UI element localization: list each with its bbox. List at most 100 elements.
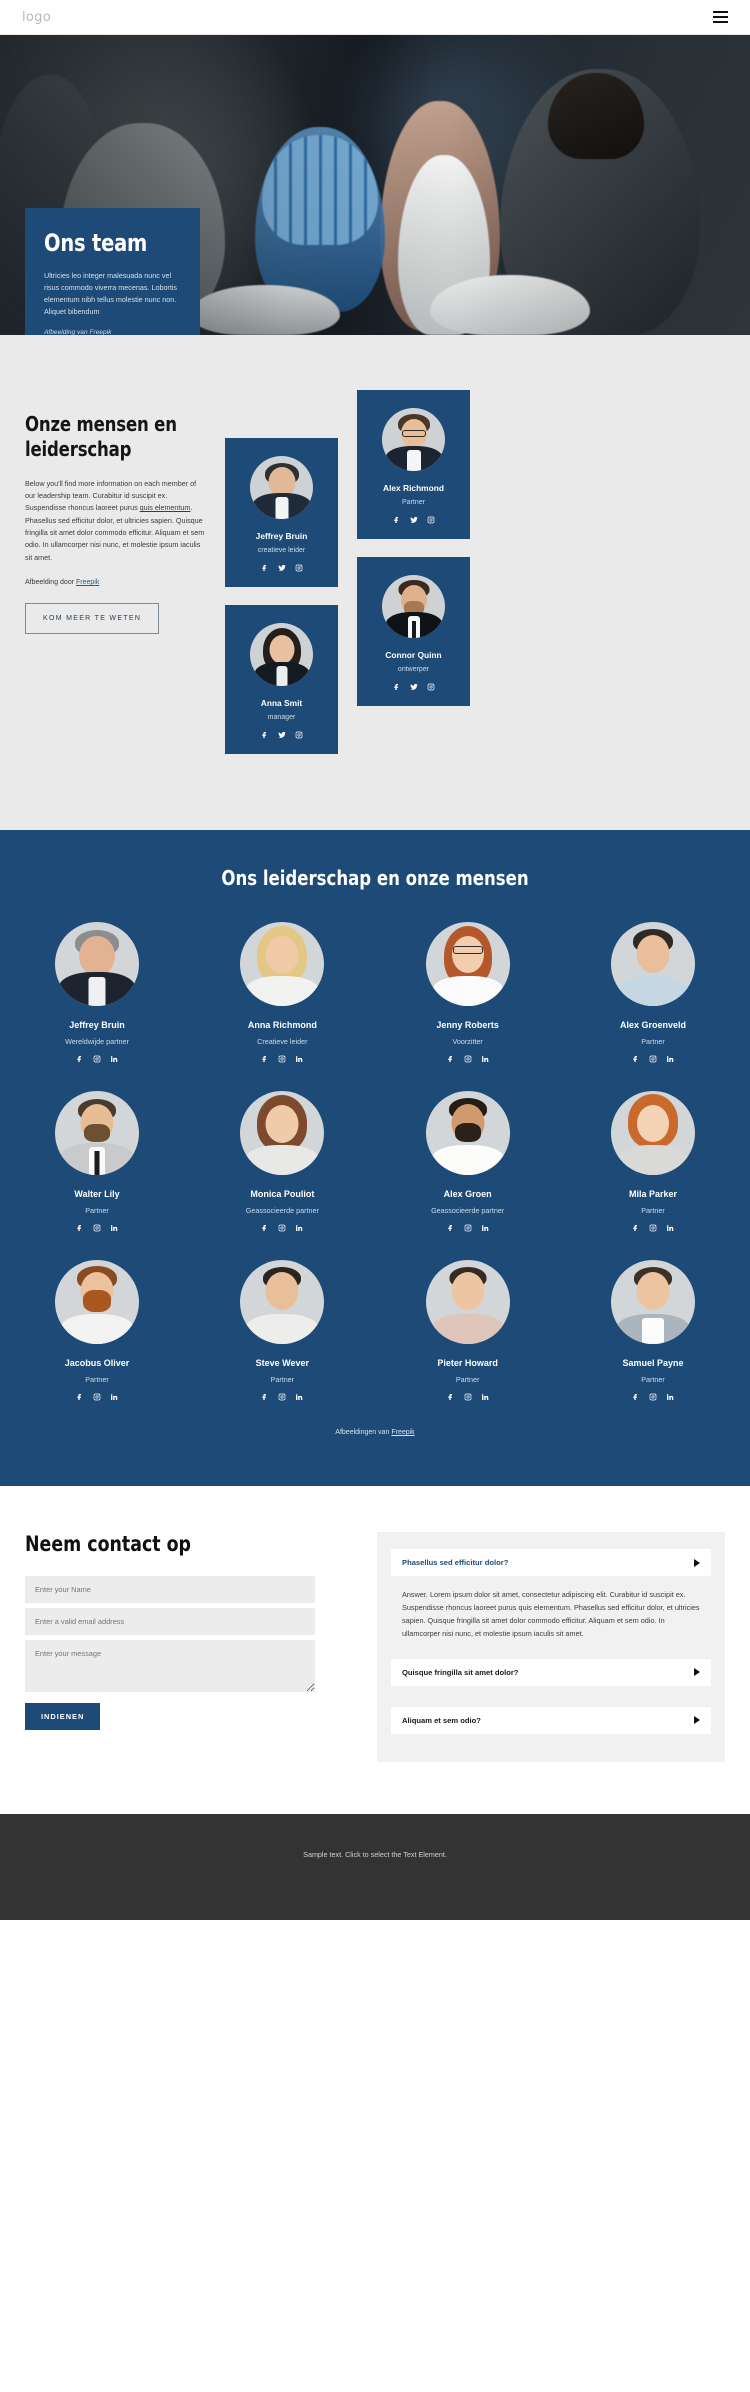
grid-person-name: Pieter Howard [437, 1358, 498, 1368]
grid-person[interactable]: Alex Groen Geassocieerde partner [393, 1091, 543, 1232]
member-card[interactable]: Alex Richmond Partner [357, 390, 470, 539]
avatar [425, 922, 510, 1006]
footer-text[interactable]: Sample text. Click to select the Text El… [303, 1850, 447, 1859]
facebook-icon[interactable] [76, 1055, 84, 1063]
grid-person[interactable]: Monica Pouliot Geassocieerde partner [207, 1091, 357, 1232]
facebook-icon[interactable] [261, 1393, 269, 1401]
faq-item[interactable]: Aliquam et sem odio? [391, 1706, 711, 1734]
grid-person[interactable]: Jeffrey Bruin Wereldwijde partner [22, 922, 172, 1063]
grid-person[interactable]: Jacobus Oliver Partner [22, 1260, 172, 1401]
linkedin-icon[interactable] [110, 1393, 118, 1401]
submit-button[interactable]: INDIENEN [25, 1703, 101, 1730]
grid-person-role: Geassocieerde partner [431, 1206, 505, 1215]
member-name: Jeffrey Bruin [255, 531, 308, 541]
linkedin-icon[interactable] [295, 1055, 303, 1063]
chevron-right-icon[interactable] [694, 1668, 700, 1677]
facebook-icon[interactable] [447, 1055, 455, 1063]
instagram-icon[interactable] [295, 731, 303, 739]
instagram-icon[interactable] [278, 1224, 286, 1232]
facebook-icon[interactable] [632, 1393, 640, 1401]
facebook-icon[interactable] [632, 1055, 640, 1063]
instagram-icon[interactable] [464, 1055, 472, 1063]
twitter-icon[interactable] [409, 516, 418, 524]
grid-person-socials [207, 1393, 357, 1401]
burger-line [713, 21, 728, 23]
facebook-icon[interactable] [447, 1393, 455, 1401]
people-paragraph-underlined: quis elementum [139, 503, 191, 513]
grid-person-socials [578, 1055, 728, 1063]
grid-row: Jacobus Oliver Partner Steve Wever Partn… [22, 1260, 728, 1401]
facebook-icon[interactable] [261, 731, 269, 739]
facebook-icon[interactable] [393, 683, 401, 691]
grid-person[interactable]: Anna Richmond Creatieve leider [207, 922, 357, 1063]
linkedin-icon[interactable] [481, 1393, 489, 1401]
linkedin-icon[interactable] [666, 1393, 674, 1401]
name-field[interactable] [25, 1576, 315, 1603]
faq-item[interactable]: Phasellus sed efficitur dolor? [391, 1549, 711, 1576]
instagram-icon[interactable] [464, 1224, 472, 1232]
grid-person-name: Alex Groen [443, 1189, 492, 1199]
grid-credit-link[interactable]: Freepik [391, 1429, 414, 1436]
avatar [250, 623, 313, 686]
member-role: ontwerper [397, 666, 430, 673]
grid-person[interactable]: Mila Parker Partner [578, 1091, 728, 1232]
instagram-icon[interactable] [93, 1055, 101, 1063]
linkedin-icon[interactable] [666, 1055, 674, 1063]
linkedin-icon[interactable] [295, 1224, 303, 1232]
twitter-icon[interactable] [409, 683, 418, 691]
hero-credit-link[interactable]: Freepik [89, 329, 111, 336]
avatar [240, 922, 325, 1006]
instagram-icon[interactable] [649, 1224, 657, 1232]
chevron-right-icon[interactable] [694, 1558, 700, 1567]
linkedin-icon[interactable] [481, 1055, 489, 1063]
faq-item[interactable]: Quisque fringilla sit amet dolor? [391, 1658, 711, 1686]
instagram-icon[interactable] [427, 683, 435, 691]
facebook-icon[interactable] [76, 1224, 84, 1232]
instagram-icon[interactable] [93, 1224, 101, 1232]
instagram-icon[interactable] [295, 564, 303, 572]
grid-person[interactable]: Alex Groenveld Partner [578, 922, 728, 1063]
instagram-icon[interactable] [278, 1055, 286, 1063]
instagram-icon[interactable] [649, 1055, 657, 1063]
facebook-icon[interactable] [447, 1224, 455, 1232]
linkedin-icon[interactable] [295, 1393, 303, 1401]
linkedin-icon[interactable] [110, 1224, 118, 1232]
people-cta-button[interactable]: KOM MEER TE WETEN [25, 603, 160, 635]
grid-person[interactable]: Jenny Roberts Voorzitter [393, 922, 543, 1063]
grid-person[interactable]: Walter Lily Partner [22, 1091, 172, 1232]
avatar [610, 1260, 695, 1344]
member-card[interactable]: Connor Quinn ontwerper [357, 557, 470, 706]
grid-person-socials [22, 1224, 172, 1232]
grid-person-name: Jeffrey Bruin [69, 1020, 125, 1030]
hamburger-menu-icon[interactable] [713, 11, 728, 23]
instagram-icon[interactable] [427, 516, 435, 524]
facebook-icon[interactable] [261, 1224, 269, 1232]
linkedin-icon[interactable] [481, 1224, 489, 1232]
grid-person[interactable]: Steve Wever Partner [207, 1260, 357, 1401]
twitter-icon[interactable] [277, 564, 286, 572]
grid-person[interactable]: Pieter Howard Partner [393, 1260, 543, 1401]
instagram-icon[interactable] [649, 1393, 657, 1401]
facebook-icon[interactable] [393, 516, 401, 524]
hero-credit-prefix: Afbeelding van [44, 328, 90, 336]
member-card[interactable]: Anna Smit manager [225, 605, 338, 754]
instagram-icon[interactable] [464, 1393, 472, 1401]
facebook-icon[interactable] [261, 564, 269, 572]
facebook-icon[interactable] [261, 1055, 269, 1063]
people-credit-link[interactable]: Freepik [76, 579, 99, 586]
member-card[interactable]: Jeffrey Bruin creatieve leider [225, 438, 338, 587]
grid-person[interactable]: Samuel Payne Partner [578, 1260, 728, 1401]
message-field[interactable] [25, 1640, 315, 1692]
grid-person-role: Partner [85, 1206, 109, 1215]
chevron-right-icon[interactable] [694, 1716, 700, 1725]
facebook-icon[interactable] [632, 1224, 640, 1232]
linkedin-icon[interactable] [110, 1055, 118, 1063]
email-field[interactable] [25, 1608, 315, 1635]
linkedin-icon[interactable] [666, 1224, 674, 1232]
instagram-icon[interactable] [93, 1393, 101, 1401]
instagram-icon[interactable] [278, 1393, 286, 1401]
grid-person-name: Monica Pouliot [250, 1189, 315, 1199]
twitter-icon[interactable] [277, 731, 286, 739]
facebook-icon[interactable] [76, 1393, 84, 1401]
logo[interactable]: logo [22, 10, 51, 25]
